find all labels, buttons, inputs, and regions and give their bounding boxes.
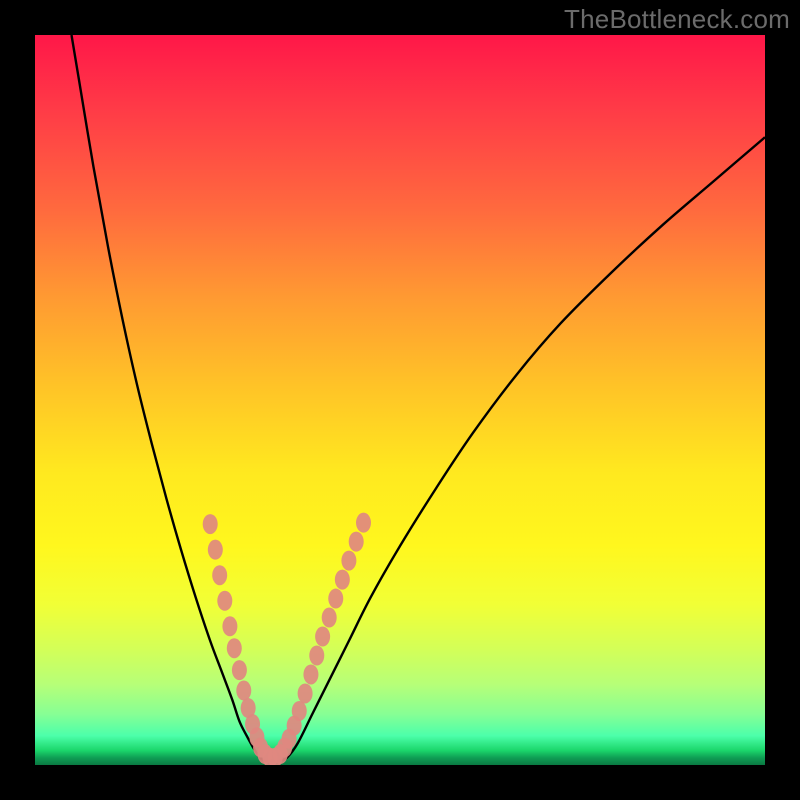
plot-area <box>35 35 765 765</box>
data-marker <box>356 513 371 533</box>
data-marker <box>203 514 218 534</box>
data-marker <box>222 616 237 636</box>
data-marker <box>212 565 227 585</box>
data-marker <box>236 681 251 701</box>
data-marker <box>341 551 356 571</box>
data-marker <box>349 532 364 552</box>
data-marker <box>208 540 223 560</box>
chart-frame: TheBottleneck.com <box>0 0 800 800</box>
marker-group <box>203 513 371 765</box>
data-marker <box>227 638 242 658</box>
bottleneck-curve <box>72 35 766 761</box>
chart-svg <box>35 35 765 765</box>
data-marker <box>232 660 247 680</box>
data-marker <box>298 683 313 703</box>
data-marker <box>335 570 350 590</box>
data-marker <box>328 589 343 609</box>
data-marker <box>303 664 318 684</box>
data-marker <box>315 627 330 647</box>
data-marker <box>322 608 337 628</box>
data-marker <box>309 646 324 666</box>
data-marker <box>292 701 307 721</box>
data-marker <box>217 591 232 611</box>
watermark-label: TheBottleneck.com <box>564 4 790 35</box>
